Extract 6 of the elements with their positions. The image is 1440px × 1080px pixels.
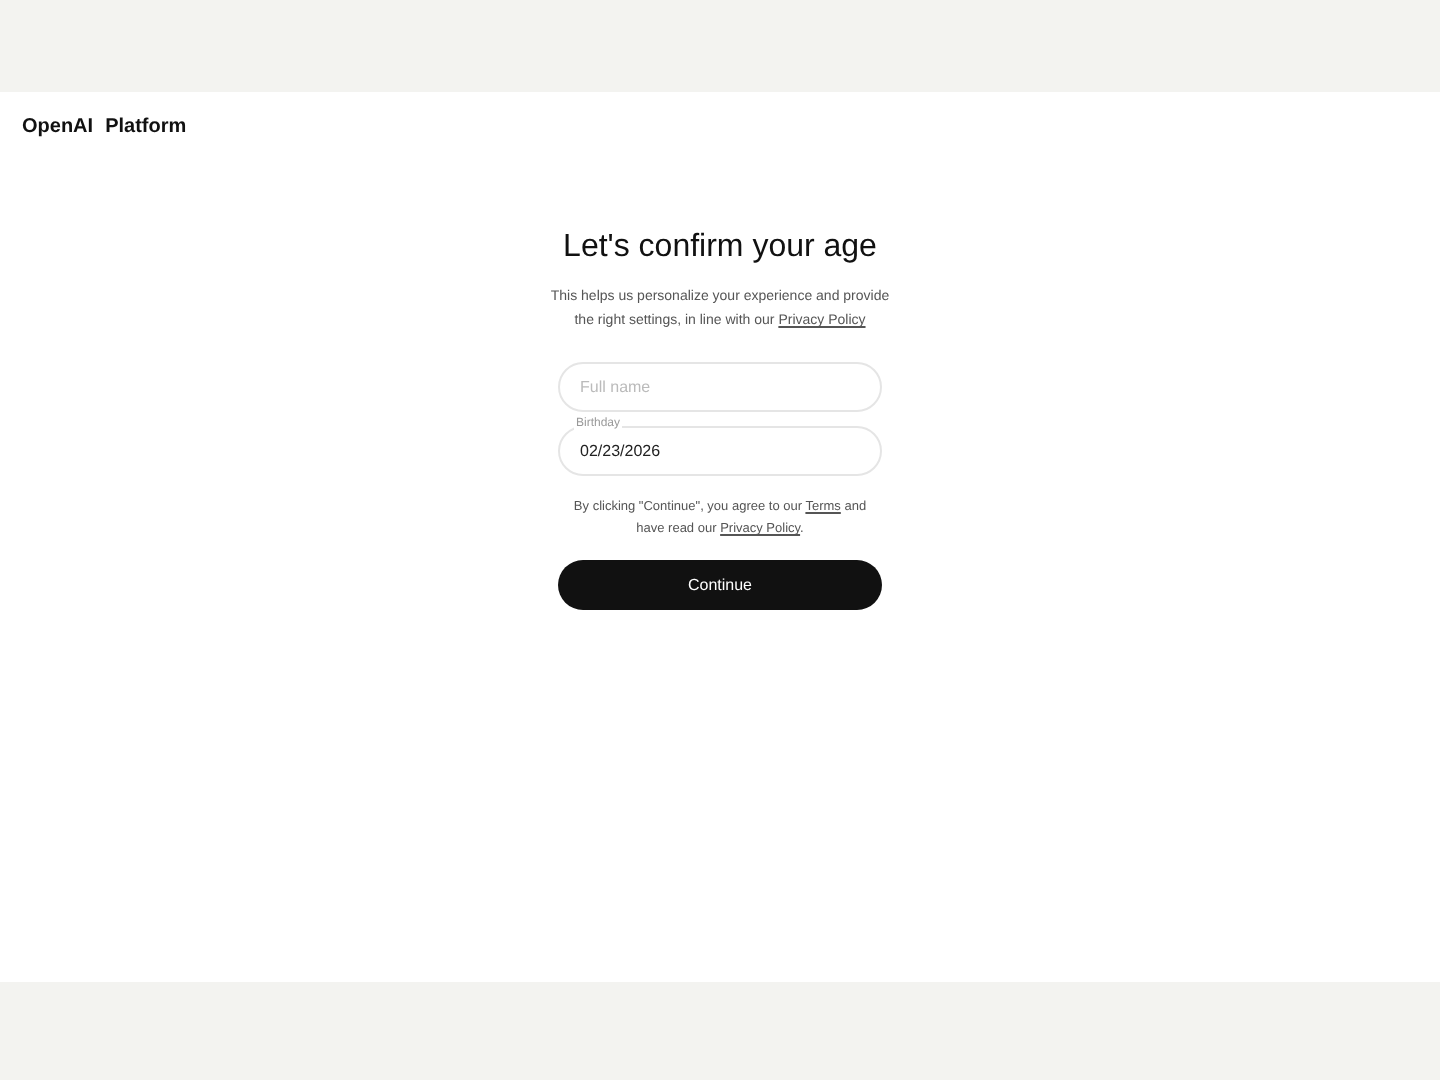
brand-logo-text: OpenAI (22, 114, 94, 142)
product-name: Platform (105, 114, 187, 142)
page-title: Let's confirm your age (563, 228, 877, 268)
continue-button[interactable]: Continue (558, 560, 882, 610)
birthday-field[interactable]: 02/23/2026 (558, 426, 882, 476)
full-name-field[interactable]: Full name (558, 362, 882, 412)
